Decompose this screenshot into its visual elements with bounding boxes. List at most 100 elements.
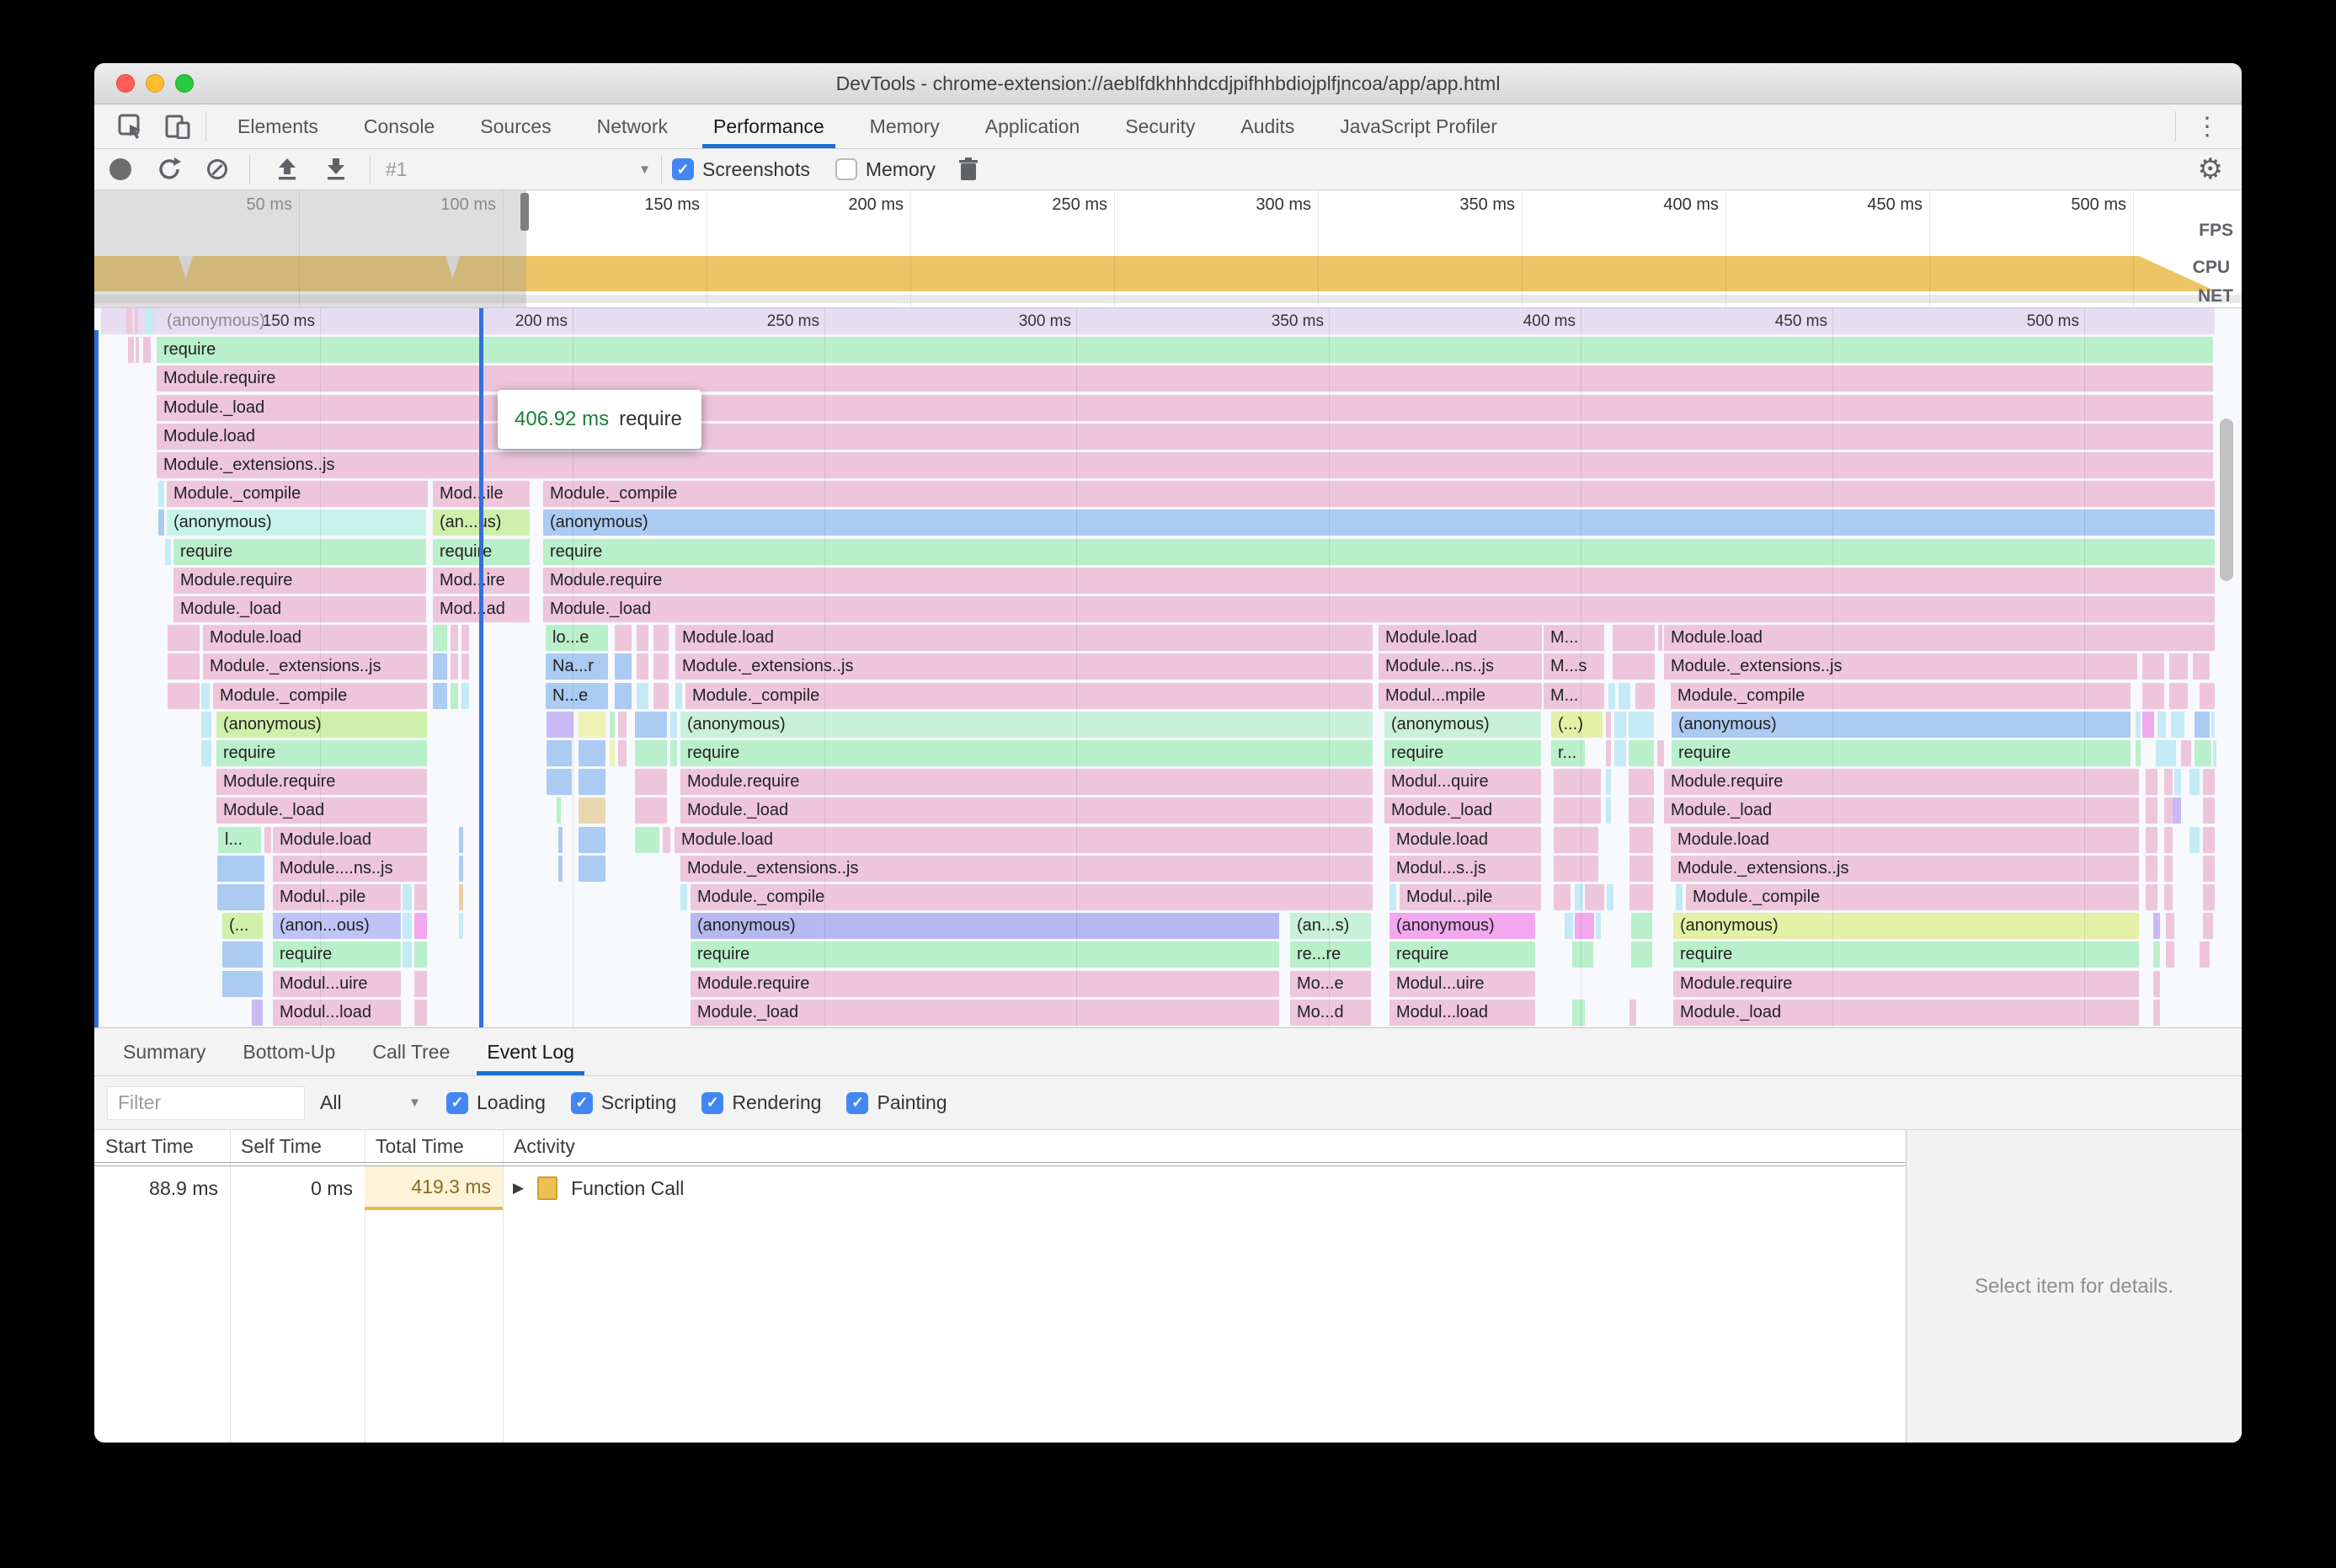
tab-sources[interactable]: Sources	[457, 104, 573, 148]
flame-bar[interactable]	[1608, 682, 1615, 709]
flame-bar[interactable]: (anonymous)	[101, 308, 2215, 334]
flame-bar[interactable]: Modul...pile	[1400, 884, 1541, 910]
more-options-icon[interactable]: ⋮	[2184, 112, 2230, 141]
flame-bar[interactable]	[1658, 625, 1662, 652]
flame-bar[interactable]	[2156, 740, 2176, 766]
flame-bar[interactable]	[618, 711, 627, 738]
flame-bar[interactable]	[557, 797, 561, 824]
flame-bar[interactable]: M...	[1544, 682, 1604, 709]
flame-bar[interactable]	[579, 769, 605, 796]
flame-bar[interactable]	[403, 941, 412, 968]
flame-bar[interactable]: require	[1672, 740, 2131, 766]
flame-bar[interactable]: lo...e	[546, 625, 608, 652]
flame-bar[interactable]	[2189, 769, 2200, 796]
flame-bar[interactable]: Module._load	[680, 797, 1373, 824]
header-start-time[interactable]: Start Time	[94, 1135, 230, 1158]
flame-bar[interactable]: Module.require	[157, 365, 2213, 392]
flame-bar[interactable]	[217, 884, 264, 910]
flame-bar[interactable]	[461, 653, 469, 680]
flame-bar[interactable]	[201, 740, 211, 766]
flame-bar[interactable]: Module._extensions..js	[1664, 653, 2137, 680]
flame-bar[interactable]: require	[273, 941, 401, 968]
flame-bar[interactable]: (anon...ous)	[273, 913, 401, 940]
flame-bar[interactable]	[2153, 970, 2160, 997]
flame-bar[interactable]	[459, 884, 463, 910]
flame-bar[interactable]	[2195, 711, 2210, 738]
flame-bar[interactable]: l...	[218, 826, 261, 853]
flame-bar[interactable]	[579, 826, 605, 853]
tab-call-tree[interactable]: Call Tree	[354, 1028, 468, 1075]
flame-bar[interactable]: (...	[222, 913, 263, 940]
tab-elements[interactable]: Elements	[215, 104, 341, 148]
flame-bar[interactable]	[1657, 740, 1664, 766]
flame-bar[interactable]	[1676, 884, 1683, 910]
flame-bar[interactable]	[2189, 826, 2200, 853]
duration-filter-select[interactable]: All ▼	[320, 1091, 421, 1114]
flame-bar[interactable]	[2164, 826, 2173, 853]
tab-network[interactable]: Network	[574, 104, 691, 148]
flame-bar[interactable]	[1629, 769, 1654, 796]
flame-bar[interactable]	[2146, 769, 2157, 796]
flame-bar[interactable]	[579, 797, 605, 824]
flame-bar[interactable]	[2153, 913, 2160, 940]
flame-bar[interactable]	[547, 711, 573, 738]
flame-bar[interactable]: Module._compile	[543, 481, 2215, 508]
flame-bar[interactable]	[2203, 884, 2215, 910]
flame-bar[interactable]	[547, 769, 572, 796]
flame-bar[interactable]: Module.load	[1664, 625, 2215, 652]
flame-bar[interactable]: (anonymous)	[167, 509, 426, 536]
flame-bar[interactable]: (anonymous)	[1672, 711, 2131, 738]
flame-bar[interactable]	[168, 682, 200, 709]
flame-bar[interactable]	[1575, 913, 1594, 940]
flame-bar[interactable]	[201, 682, 210, 709]
flame-bar[interactable]: (anonymous)	[1673, 913, 2139, 940]
flame-bar[interactable]	[165, 538, 171, 565]
title-bar[interactable]: DevTools - chrome-extension://aeblfdkhhh…	[94, 63, 2242, 104]
flame-bar[interactable]	[2193, 653, 2210, 680]
flame-scrollbar[interactable]	[2220, 419, 2233, 581]
close-window-button[interactable]	[116, 74, 135, 93]
flame-bar[interactable]: Module._load	[1673, 999, 2139, 1026]
flame-bar[interactable]: Module.load	[203, 625, 427, 652]
flame-bar[interactable]	[414, 999, 427, 1026]
flame-bar[interactable]	[637, 625, 648, 652]
flame-bar[interactable]	[615, 682, 632, 709]
timeline-overview[interactable]: 50 ms 100 ms 150 ms 200 ms 250 ms 300 ms 350 m…	[94, 190, 2242, 308]
table-row[interactable]: 88.9 ms 0 ms 419.3 ms ▶ Function Call	[94, 1166, 1906, 1210]
header-activity[interactable]: Activity	[503, 1135, 575, 1158]
flame-bar[interactable]	[2146, 797, 2157, 824]
memory-checkbox[interactable]: ✓	[835, 158, 857, 180]
flame-bar[interactable]	[2164, 855, 2173, 882]
flame-bar[interactable]	[1613, 653, 1655, 680]
session-select[interactable]: #1 ▼	[386, 158, 651, 181]
flame-bar[interactable]	[2146, 855, 2157, 882]
flame-bar[interactable]: Module.require	[680, 769, 1373, 796]
flame-bar[interactable]	[1533, 682, 1542, 709]
flame-bar[interactable]	[1596, 913, 1601, 940]
flame-bar[interactable]	[2166, 941, 2174, 968]
flame-bar[interactable]	[459, 913, 463, 940]
flame-bar[interactable]	[2200, 941, 2210, 968]
flame-bar[interactable]	[653, 625, 669, 652]
flame-bar[interactable]	[414, 884, 427, 910]
flame-bar[interactable]: Mo...e	[1290, 970, 1371, 997]
flame-bar[interactable]	[403, 884, 412, 910]
flame-bar[interactable]	[579, 740, 605, 766]
flame-bar[interactable]	[1607, 884, 1613, 910]
screenshots-checkbox[interactable]: ✓	[672, 158, 694, 180]
flame-bar[interactable]	[433, 625, 447, 652]
flame-bar[interactable]	[2142, 653, 2164, 680]
flame-bar[interactable]	[1606, 797, 1611, 824]
flame-bar[interactable]: Module._extensions..js	[680, 855, 1373, 882]
flame-bar[interactable]	[1554, 826, 1598, 853]
rendering-checkbox[interactable]: ✓	[701, 1091, 724, 1114]
flame-bar[interactable]: Module._compile	[1686, 884, 2139, 910]
flame-bar[interactable]	[1635, 682, 1655, 709]
flame-bar[interactable]: Module._load	[1384, 797, 1541, 824]
flame-bar[interactable]	[2146, 826, 2157, 853]
flame-bar[interactable]	[1629, 999, 1636, 1026]
flame-bar[interactable]	[2164, 797, 2173, 824]
flame-bar[interactable]	[1554, 769, 1601, 796]
loading-checkbox[interactable]: ✓	[446, 1091, 468, 1114]
flame-bar[interactable]	[2200, 682, 2215, 709]
